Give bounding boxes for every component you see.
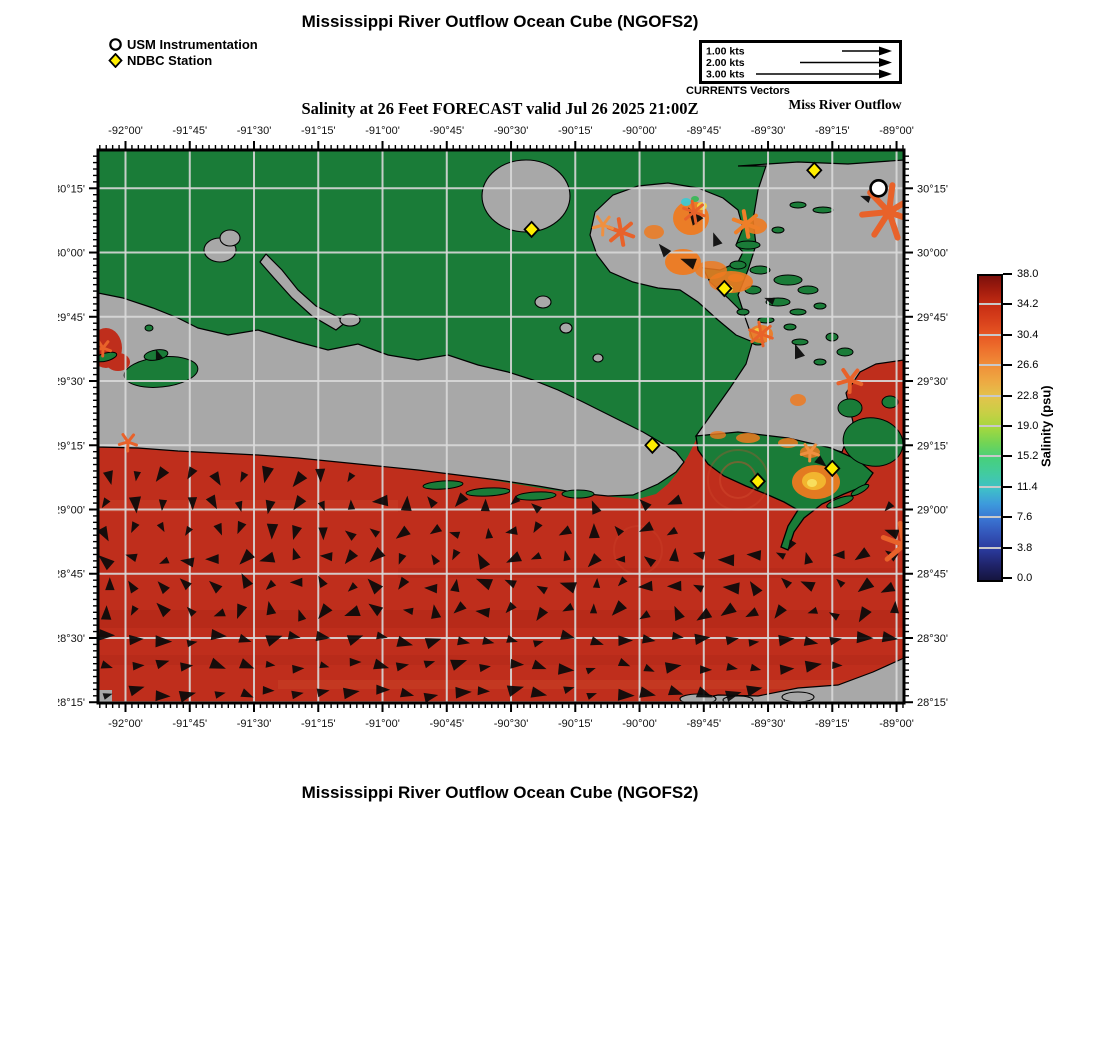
svg-text:28°15': 28°15' <box>917 697 948 709</box>
colorbar-tick <box>1003 425 1012 427</box>
vector-scale-arrows: 1.00 kts2.00 kts3.00 kts <box>702 43 899 81</box>
svg-text:-91°00': -91°00' <box>365 125 400 137</box>
svg-text:28°15': 28°15' <box>58 697 85 709</box>
colorbar-tick-label: 11.4 <box>1017 481 1038 493</box>
currents-vectors-caption: CURRENTS Vectors <box>686 85 846 97</box>
svg-text:29°45': 29°45' <box>917 312 948 324</box>
svg-text:-91°30': -91°30' <box>237 125 272 137</box>
legend-row-ndbc: NDBC Station <box>108 52 258 68</box>
svg-text:29°00': 29°00' <box>917 505 948 517</box>
svg-text:1.00 kts: 1.00 kts <box>706 46 745 58</box>
svg-text:28°45': 28°45' <box>917 569 948 581</box>
svg-text:30°15': 30°15' <box>58 183 85 195</box>
svg-text:-89°00': -89°00' <box>879 125 914 137</box>
svg-text:-89°45': -89°45' <box>686 718 721 730</box>
svg-text:30°15': 30°15' <box>917 183 948 195</box>
svg-text:-91°45': -91°45' <box>172 718 207 730</box>
svg-text:-91°15': -91°15' <box>301 125 336 137</box>
currents-vector-legend-box: 1.00 kts2.00 kts3.00 kts <box>699 40 902 84</box>
svg-text:28°30': 28°30' <box>58 633 85 645</box>
svg-text:-90°15': -90°15' <box>558 718 593 730</box>
svg-text:-90°30': -90°30' <box>494 125 529 137</box>
station-legend: USM Instrumentation NDBC Station <box>108 36 258 68</box>
svg-text:28°30': 28°30' <box>917 633 948 645</box>
svg-text:29°30': 29°30' <box>58 376 85 388</box>
svg-text:-90°30': -90°30' <box>494 718 529 730</box>
colorbar-tick <box>1003 547 1012 549</box>
svg-text:2.00 kts: 2.00 kts <box>706 57 745 69</box>
colorbar-tick <box>1003 486 1012 488</box>
svg-text:30°00': 30°00' <box>917 248 948 260</box>
svg-text:-90°00': -90°00' <box>622 125 657 137</box>
svg-text:-91°00': -91°00' <box>365 718 400 730</box>
svg-text:-92°00': -92°00' <box>108 125 143 137</box>
legend-label-usm: USM Instrumentation <box>127 37 258 52</box>
svg-text:-90°45': -90°45' <box>429 718 464 730</box>
region-label: Miss River Outflow <box>770 97 920 113</box>
colorbar-tick <box>1003 455 1012 457</box>
page-title: Mississippi River Outflow Ocean Cube (NG… <box>0 12 1000 32</box>
svg-text:-90°15': -90°15' <box>558 125 593 137</box>
svg-text:-89°15': -89°15' <box>815 125 850 137</box>
circle-icon <box>108 37 123 52</box>
svg-text:-89°15': -89°15' <box>815 718 850 730</box>
diamond-icon <box>108 53 123 68</box>
svg-text:29°45': 29°45' <box>58 312 85 324</box>
colorbar-tick <box>1003 577 1012 579</box>
colorbar-level-line <box>979 364 1001 366</box>
svg-text:-90°45': -90°45' <box>429 125 464 137</box>
svg-text:-89°30': -89°30' <box>751 125 786 137</box>
colorbar-tick <box>1003 395 1012 397</box>
colorbar-label: Salinity (psu) <box>1036 274 1056 578</box>
svg-text:-91°15': -91°15' <box>301 718 336 730</box>
footer-title: Mississippi River Outflow Ocean Cube (NG… <box>0 783 1000 803</box>
svg-text:-92°00': -92°00' <box>108 718 143 730</box>
figure-page: Mississippi River Outflow Ocean Cube (NG… <box>0 0 1100 1050</box>
svg-text:-91°30': -91°30' <box>237 718 272 730</box>
colorbar-tick <box>1003 516 1012 518</box>
colorbar-level-line <box>979 455 1001 457</box>
colorbar-tick-label: 7.6 <box>1017 511 1032 523</box>
colorbar-level-line <box>979 303 1001 305</box>
svg-text:29°15': 29°15' <box>58 440 85 452</box>
colorbar-level-line <box>979 395 1001 397</box>
svg-text:-89°00': -89°00' <box>879 718 914 730</box>
colorbar-level-line <box>979 334 1001 336</box>
svg-text:30°00': 30°00' <box>58 248 85 260</box>
salinity-map: -92°00' -92°00' -91°45' -91°45' -91°30' -91°3… <box>58 118 958 758</box>
svg-text:29°15': 29°15' <box>917 440 948 452</box>
colorbar-tick <box>1003 334 1012 336</box>
svg-text:-90°00': -90°00' <box>622 718 657 730</box>
colorbar-level-line <box>979 547 1001 549</box>
svg-text:-89°45': -89°45' <box>686 125 721 137</box>
colorbar <box>977 274 1003 582</box>
svg-text:-91°45': -91°45' <box>172 125 207 137</box>
colorbar-level-line <box>979 486 1001 488</box>
svg-text:3.00 kts: 3.00 kts <box>706 69 745 81</box>
colorbar-tick-label: 0.0 <box>1017 572 1032 584</box>
colorbar-tick <box>1003 364 1012 366</box>
svg-text:29°30': 29°30' <box>917 376 948 388</box>
svg-text:-89°30': -89°30' <box>751 718 786 730</box>
colorbar-level-line <box>979 516 1001 518</box>
colorbar-tick <box>1003 303 1012 305</box>
svg-text:29°00': 29°00' <box>58 505 85 517</box>
svg-text:28°45': 28°45' <box>58 569 85 581</box>
colorbar-tick <box>1003 273 1012 275</box>
colorbar-level-line <box>979 425 1001 427</box>
legend-label-ndbc: NDBC Station <box>127 53 212 68</box>
legend-row-usm: USM Instrumentation <box>108 36 258 52</box>
colorbar-tick-label: 3.8 <box>1017 542 1032 554</box>
